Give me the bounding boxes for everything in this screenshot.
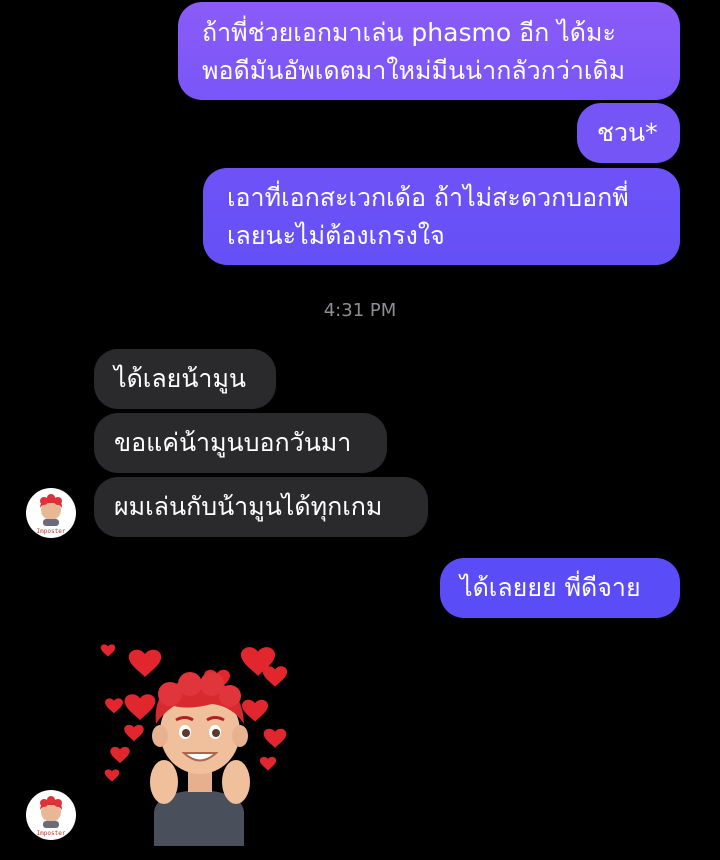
incoming-message-2-text: ขอแค่น้ามูนบอกวันมา — [114, 428, 352, 457]
memoji-sticker[interactable] — [92, 636, 312, 846]
outgoing-message-4[interactable]: ได้เลยยย พี่ดีจาย — [440, 558, 680, 618]
incoming-message-1-text: ได้เลยน้ามูน — [114, 364, 247, 393]
outgoing-message-3[interactable]: เอาที่เอกสะเวกเด้อ ถ้าไม่สะดวกบอกพี่ เลย… — [203, 168, 680, 265]
outgoing-message-2[interactable]: ชวน* — [577, 103, 680, 163]
incoming-message-1[interactable]: ได้เลยน้ามูน — [94, 349, 276, 409]
avatar-caption: Imposter — [36, 528, 66, 535]
incoming-message-3[interactable]: ผมเล่นกับน้ามูนได้ทุกเกม — [94, 477, 428, 537]
outgoing-message-1-line-2: พอดีมันอัพเดตมาใหม่มีนน่ากลัวกว่าเดิม — [202, 56, 626, 85]
outgoing-message-3-line-2: เลยนะไม่ต้องเกรงใจ — [227, 221, 445, 250]
outgoing-message-3-line-1: เอาที่เอกสะเวกเด้อ ถ้าไม่สะดวกบอกพี่ — [227, 183, 629, 212]
outgoing-message-4-text: ได้เลยยย พี่ดีจาย — [460, 573, 641, 602]
sender-avatar-2[interactable]: Imposter — [26, 790, 76, 840]
incoming-message-2[interactable]: ขอแค่น้ามูนบอกวันมา — [94, 413, 387, 473]
message-timestamp: 4:31 PM — [323, 300, 397, 321]
avatar-caption-2: Imposter — [36, 830, 66, 837]
outgoing-message-2-text: ชวน* — [597, 118, 658, 147]
sender-avatar[interactable]: Imposter — [26, 488, 76, 538]
outgoing-message-1[interactable]: ถ้าพี่ช่วยเอกมาเล่น phasmo อีก ได้มะ พอด… — [178, 2, 680, 100]
incoming-message-3-text: ผมเล่นกับน้ามูนได้ทุกเกม — [114, 492, 383, 521]
memoji-with-hearts-sticker-icon — [100, 644, 288, 846]
outgoing-message-1-line-1: ถ้าพี่ช่วยเอกมาเล่น phasmo อีก ได้มะ — [202, 18, 616, 47]
